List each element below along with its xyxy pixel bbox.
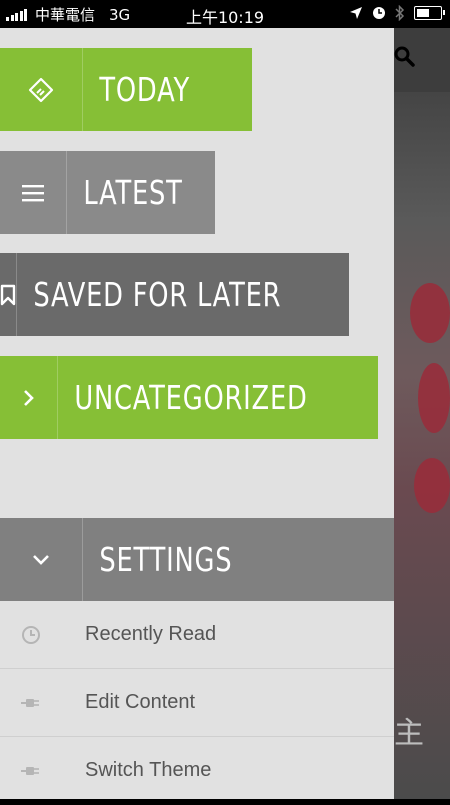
nav-uncategorized-label: UNCATEGORIZED xyxy=(74,378,308,417)
nav-settings-icon-cell xyxy=(0,518,83,601)
nav-today-label: TODAY xyxy=(99,70,190,109)
status-bar: 中華電信 3G 上午10:19 xyxy=(0,0,450,28)
background-image-shape xyxy=(418,363,450,433)
article-background: 主 xyxy=(394,28,450,799)
chevron-right-icon xyxy=(23,389,34,406)
nav-saved-icon-cell xyxy=(0,253,17,336)
chevron-down-icon xyxy=(33,554,49,565)
battery-icon xyxy=(414,6,445,20)
background-toolbar xyxy=(394,28,450,92)
nav-settings[interactable]: SETTINGS xyxy=(0,518,394,601)
alarm-icon xyxy=(373,7,385,19)
status-right xyxy=(349,5,445,21)
nav-settings-label: SETTINGS xyxy=(99,540,233,579)
nav-uncategorized[interactable]: UNCATEGORIZED xyxy=(0,356,378,439)
menu-lines-icon xyxy=(21,184,44,201)
nav-latest-icon-cell xyxy=(0,151,67,234)
nav-latest[interactable]: LATEST xyxy=(0,151,215,234)
location-icon xyxy=(350,7,362,19)
recently-read-label: Recently Read xyxy=(85,623,217,645)
search-icon[interactable] xyxy=(394,46,416,68)
bluetooth-icon xyxy=(395,5,405,21)
settings-edit-content[interactable]: Edit Content xyxy=(0,669,394,737)
nav-uncategorized-icon-cell xyxy=(0,356,59,439)
edit-content-label: Edit Content xyxy=(85,691,196,713)
clock-icon xyxy=(22,626,40,644)
nav-saved-for-later[interactable]: SAVED FOR LATER xyxy=(0,253,349,336)
plug-icon xyxy=(21,767,39,775)
settings-switch-theme[interactable]: Switch Theme xyxy=(0,737,394,805)
switch-theme-label: Switch Theme xyxy=(85,759,212,781)
background-image-shape xyxy=(410,283,450,343)
settings-recently-read[interactable]: Recently Read xyxy=(0,601,394,669)
nav-today-icon-cell xyxy=(0,48,83,131)
plug-icon xyxy=(21,699,39,707)
nav-latest-label: LATEST xyxy=(83,173,183,212)
bookmark-icon xyxy=(0,284,16,305)
nav-today[interactable]: TODAY xyxy=(0,48,252,131)
nav-saved-label: SAVED FOR LATER xyxy=(33,275,282,314)
feedly-icon xyxy=(28,77,54,102)
background-image-shape xyxy=(414,458,450,513)
background-text: 主 xyxy=(394,716,424,751)
navigation-drawer: TODAY LATEST SAVED FOR LATER UNCATEGORIZ… xyxy=(0,28,394,799)
